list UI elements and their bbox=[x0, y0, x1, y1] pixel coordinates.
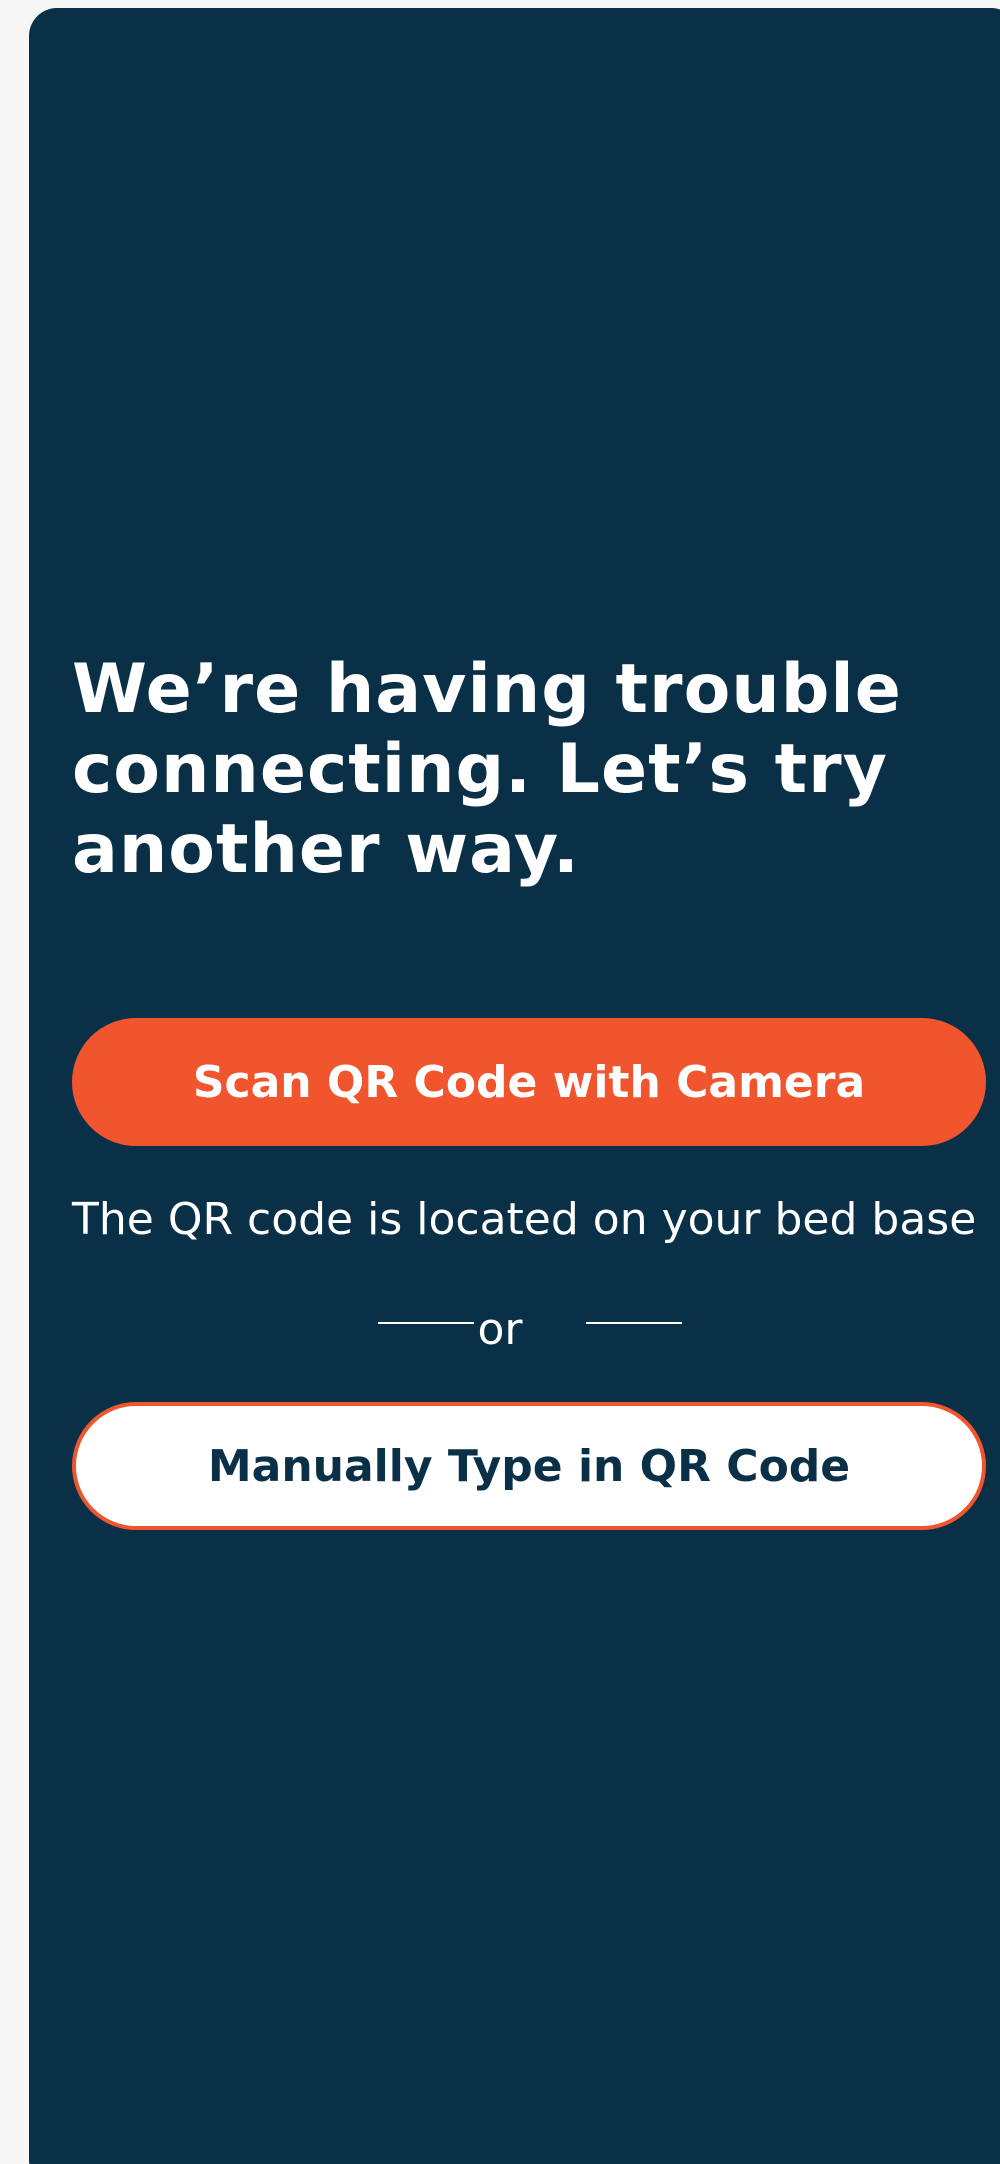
manual-qr-entry-button[interactable]: Manually Type in QR Code bbox=[72, 1402, 986, 1530]
or-divider: or bbox=[0, 1300, 1000, 1360]
divider-line-left bbox=[378, 1322, 474, 1324]
page-title: We’re having trouble connecting. Let’s t… bbox=[72, 650, 902, 889]
divider-line-right bbox=[586, 1322, 682, 1324]
divider-label: or bbox=[477, 1304, 523, 1355]
qr-location-hint: The QR code is located on your bed base bbox=[72, 1194, 977, 1245]
scan-qr-code-button[interactable]: Scan QR Code with Camera bbox=[72, 1018, 986, 1146]
